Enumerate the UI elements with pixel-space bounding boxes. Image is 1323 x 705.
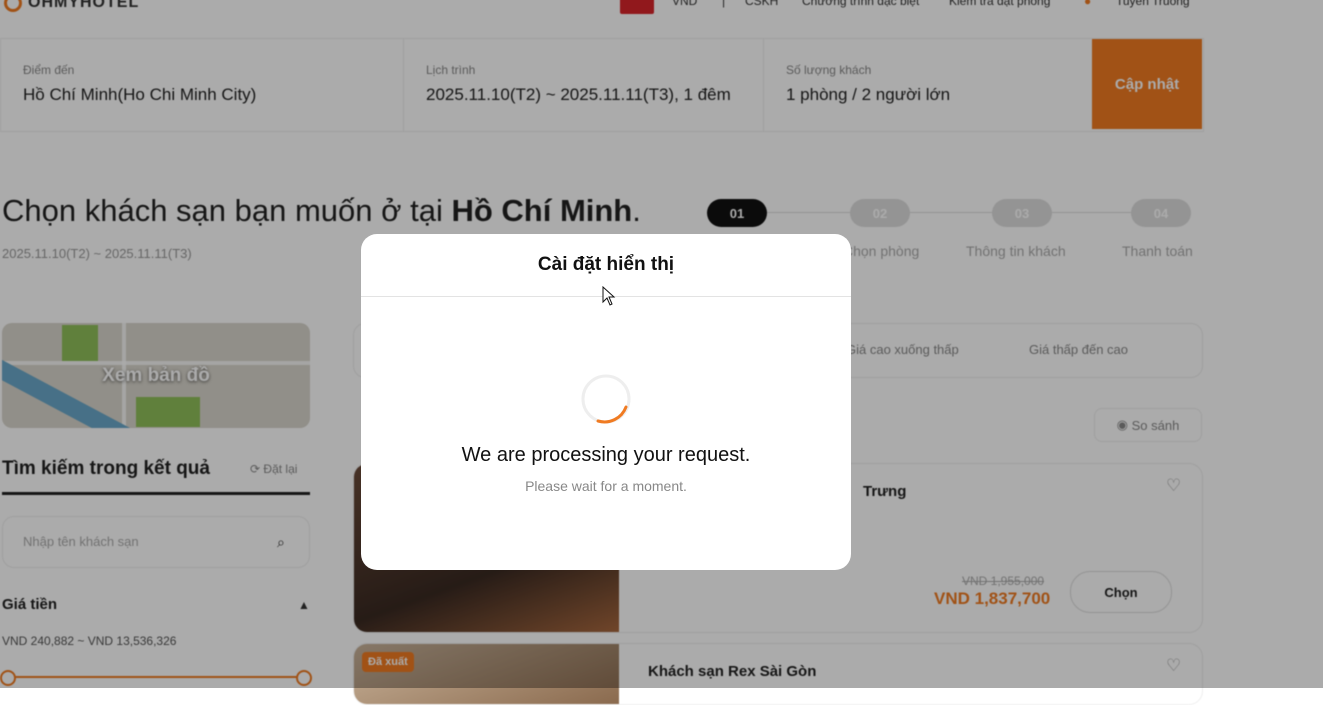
wait-message: Please wait for a moment. bbox=[525, 478, 687, 494]
loading-modal: Cài đặt hiển thị We are processing your … bbox=[361, 234, 851, 570]
mouse-cursor-icon bbox=[602, 286, 616, 306]
processing-message: We are processing your request. bbox=[461, 444, 751, 466]
loading-spinner-icon bbox=[581, 374, 631, 424]
modal-title: Cài đặt hiển thị bbox=[537, 254, 675, 275]
